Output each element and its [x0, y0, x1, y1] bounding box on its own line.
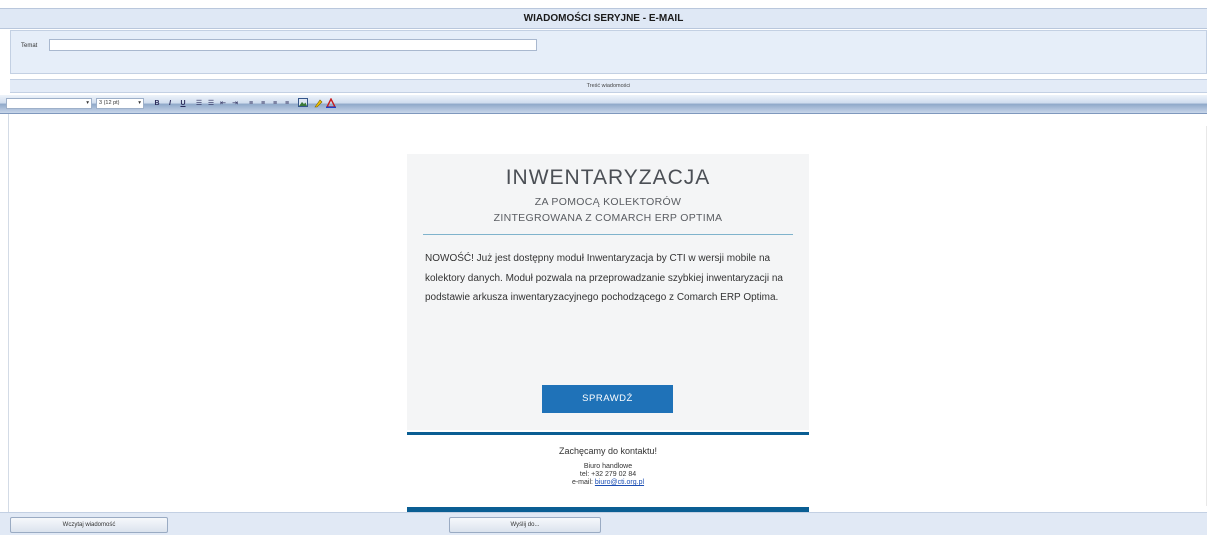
image-icon[interactable]: [297, 98, 308, 109]
send-to-button[interactable]: Wyślij do...: [449, 517, 601, 533]
subject-panel: Temat: [10, 30, 1207, 74]
chevron-down-icon: ▾: [138, 100, 141, 106]
email-footer: Zachęcamy do kontaktu! Biuro handlowe te…: [407, 435, 809, 507]
underline-button[interactable]: U: [179, 98, 187, 109]
email-body-text: NOWOŚĆ! Już jest dostępny moduł Inwentar…: [425, 253, 783, 303]
font-family-select[interactable]: ▾: [6, 98, 92, 109]
email-preview: INWENTARYZACJA ZA POMOCĄ KOLEKTORÓW ZINT…: [407, 114, 809, 512]
align-center-icon[interactable]: ≡: [258, 98, 268, 109]
check-button[interactable]: SPRAWDŹ: [542, 385, 673, 413]
email-subtitle-1: ZA POMOCĄ KOLEKTORÓW: [534, 196, 682, 208]
message-editor[interactable]: INWENTARYZACJA ZA POMOCĄ KOLEKTORÓW ZINT…: [8, 114, 1207, 512]
footer-office: Biuro handlowe: [583, 463, 633, 470]
bullet-list-icon[interactable]: ☰: [206, 98, 216, 109]
bottom-bar: Wczytaj wiadomość Wyślij do...: [0, 512, 1207, 535]
editor-toolbar: ▾ 3 (12 pt) ▾ B I U ☰ ☰ ⇤ ⇥ ≡ ≡ ≡ ≡: [0, 95, 1207, 114]
divider: [423, 234, 793, 235]
email-subtitle-2: ZINTEGROWANA Z COMARCH ERP OPTIMA: [493, 212, 723, 224]
email-title: INWENTARYZACJA: [505, 166, 711, 189]
window-title: WIADOMOŚCI SERYJNE - E-MAIL: [0, 8, 1207, 29]
font-color-icon[interactable]: [325, 97, 337, 109]
load-message-button[interactable]: Wczytaj wiadomość: [10, 517, 168, 533]
align-right-icon[interactable]: ≡: [270, 98, 280, 109]
bold-button[interactable]: B: [153, 98, 161, 109]
footer-email-link[interactable]: biuro@cti.org.pl: [595, 479, 644, 486]
highlight-icon[interactable]: [314, 98, 324, 109]
font-size-value: 3 (12 pt): [99, 100, 120, 106]
subject-label: Temat: [21, 43, 38, 49]
italic-button[interactable]: I: [166, 98, 174, 109]
footer-email-label: e-mail:: [571, 479, 593, 486]
font-size-select[interactable]: 3 (12 pt) ▾: [96, 98, 144, 109]
numbered-list-icon[interactable]: ☰: [194, 98, 204, 109]
align-left-icon[interactable]: ≡: [246, 98, 256, 109]
justify-icon[interactable]: ≡: [282, 98, 292, 109]
chevron-down-icon: ▾: [86, 100, 89, 106]
content-header: Treść wiadomości: [10, 79, 1207, 93]
footer-email-line: e-mail: biuro@cti.org.pl: [407, 479, 809, 487]
indent-icon[interactable]: ⇥: [230, 98, 240, 109]
footer-tel: tel: +32 279 02 84: [579, 471, 637, 478]
outdent-icon[interactable]: ⇤: [218, 98, 228, 109]
subject-input[interactable]: [49, 39, 537, 51]
footer-title: Zachęcamy do kontaktu!: [558, 446, 658, 456]
email-header-space: [407, 114, 809, 154]
